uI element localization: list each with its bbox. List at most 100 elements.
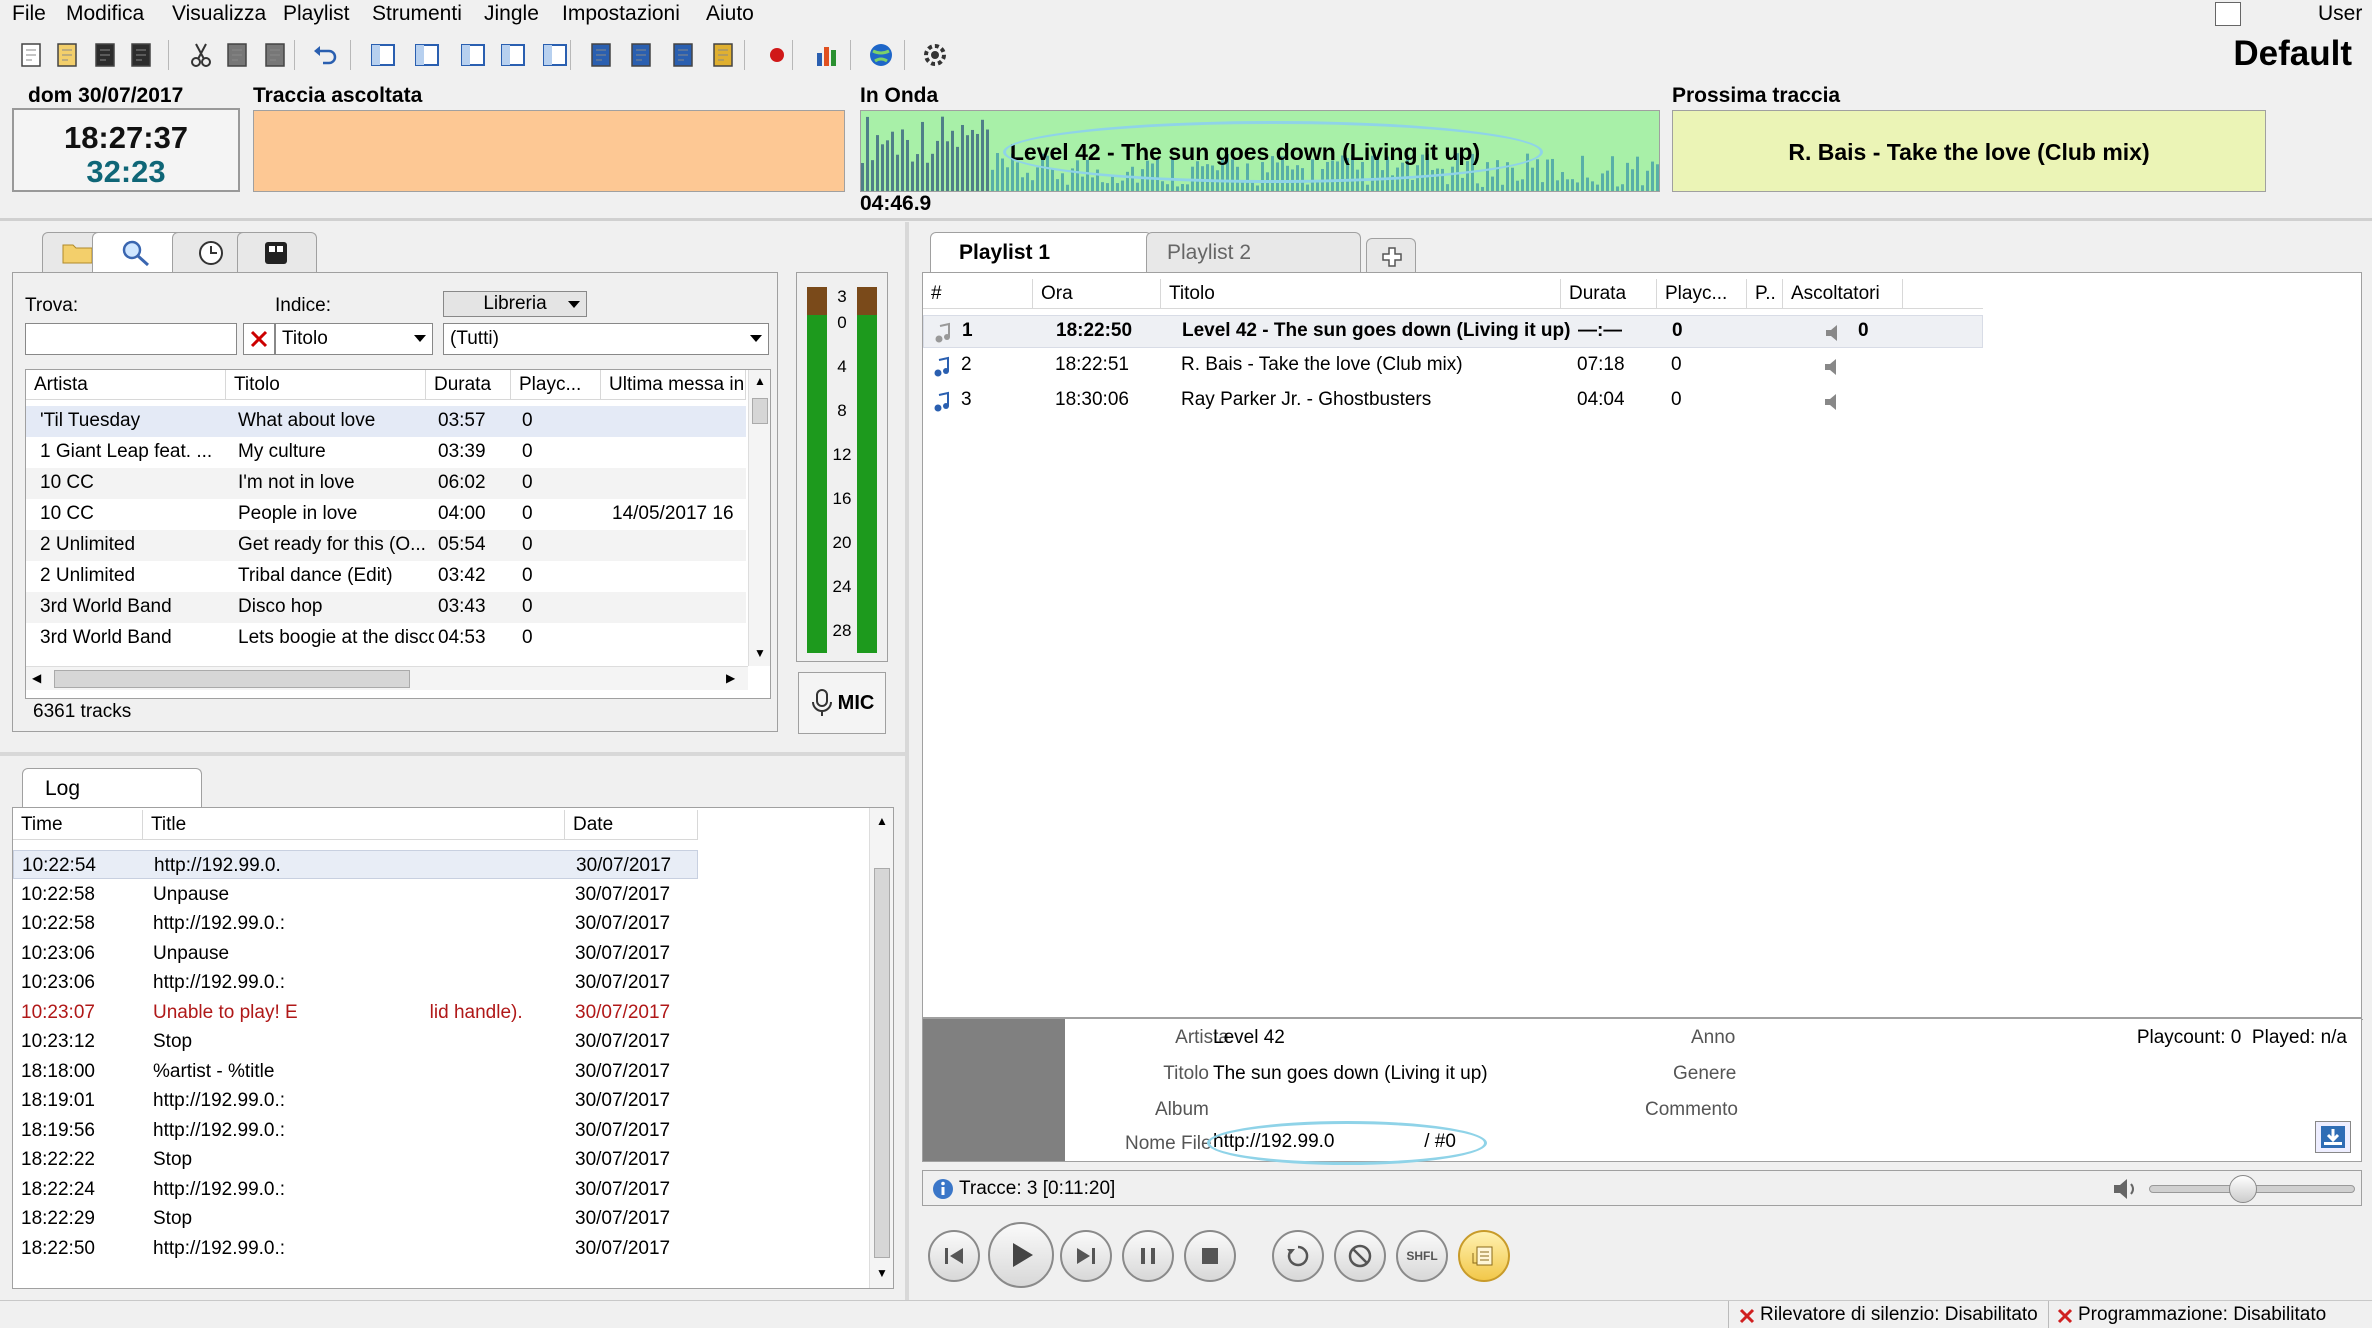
insert-icon[interactable] [626, 40, 656, 70]
col-time[interactable]: Time [13, 810, 143, 840]
save-icon[interactable] [90, 40, 120, 70]
log-row[interactable]: 10:23:06 Unpause 30/07/2017 [13, 939, 868, 968]
globe-icon[interactable] [866, 40, 896, 70]
save-info-button[interactable] [2315, 1121, 2351, 1153]
log-row[interactable]: 10:23:12 Stop 30/07/2017 [13, 1027, 868, 1056]
tab-playlist-1[interactable]: Playlist 1 [930, 232, 1152, 272]
library-hscroll[interactable]: ◀ ▶ [26, 666, 748, 690]
log-row[interactable]: 18:19:01 http://192.99.0.: 30/07/2017 [13, 1086, 868, 1115]
table-row[interactable]: 10 CC I'm not in love 06:02 0 [26, 468, 746, 499]
clear-search-button[interactable] [243, 323, 275, 355]
add-playlist-tab[interactable] [1366, 238, 1416, 272]
col-artista[interactable]: Artista [26, 370, 226, 400]
table-row[interactable]: 10 CC People in love 04:00 0 14/05/2017 16 [26, 499, 746, 530]
scroll-up-icon[interactable]: ▲ [876, 814, 888, 828]
pause-button[interactable] [1122, 1230, 1174, 1282]
user-icon[interactable] [2215, 2, 2241, 26]
play-button[interactable] [988, 1222, 1054, 1288]
add-track-icon[interactable] [586, 40, 616, 70]
auto-mode-button[interactable] [1458, 1230, 1510, 1282]
mic-button[interactable]: MIC [798, 672, 886, 734]
table-row[interactable]: 3rd World Band Disco hop 03:43 0 [26, 592, 746, 623]
layout-5-icon[interactable] [540, 40, 570, 70]
table-row[interactable]: 'Til Tuesday What about love 03:57 0 [26, 406, 746, 437]
table-row[interactable]: 2 Unlimited Get ready for this (O... 05:54… [26, 530, 746, 561]
table-row[interactable]: 3rd World Band Lets boogie at the disco 04… [26, 623, 746, 654]
table-row[interactable]: 1 Giant Leap feat. ... My culture 03:39 0 [26, 437, 746, 468]
col-number[interactable]: # [923, 279, 1033, 309]
record-icon[interactable] [762, 40, 792, 70]
vertical-splitter[interactable] [905, 222, 909, 1300]
menu-impostazioni[interactable]: Impostazioni [562, 2, 680, 26]
library-vscroll[interactable]: ▲ ▼ [748, 370, 770, 666]
search-input[interactable] [25, 323, 237, 355]
log-row[interactable]: 18:22:24 http://192.99.0.: 30/07/2017 [13, 1175, 868, 1204]
undo-icon[interactable] [310, 40, 340, 70]
splitter[interactable] [0, 218, 2372, 221]
log-row[interactable]: 10:22:54 http://192.99.0. 30/07/2017 [13, 850, 698, 879]
log-row[interactable]: 18:18:00 %artist - %title 30/07/2017 [13, 1057, 868, 1086]
scheduler-status[interactable]: Programmazione: Disabilitato [2078, 1304, 2326, 1326]
settings-icon[interactable] [920, 40, 950, 70]
col-p[interactable]: P.. [1747, 279, 1783, 309]
menu-aiuto[interactable]: Aiuto [706, 2, 754, 26]
paste-icon[interactable] [260, 40, 290, 70]
volume-slider[interactable] [2149, 1175, 2355, 1203]
tab-playlist-2[interactable]: Playlist 2 [1146, 232, 1361, 272]
menu-file[interactable]: File [12, 2, 46, 26]
tab-log[interactable]: Log [22, 768, 202, 808]
library-vscroll-thumb[interactable] [752, 398, 768, 424]
menu-visualizza[interactable]: Visualizza [172, 2, 266, 26]
scroll-down-icon[interactable]: ▼ [876, 1266, 888, 1280]
log-row[interactable]: 18:22:50 http://192.99.0.: 30/07/2017 [13, 1234, 868, 1263]
table-row[interactable]: 2 Unlimited Tribal dance (Edit) 03:42 0 [26, 561, 746, 592]
col-ascoltatori[interactable]: Ascoltatori [1783, 279, 1903, 309]
layout-4-icon[interactable] [498, 40, 528, 70]
log-row[interactable]: 10:23:06 http://192.99.0.: 30/07/2017 [13, 968, 868, 997]
col-durata[interactable]: Durata [1561, 279, 1657, 309]
layout-2-icon[interactable] [412, 40, 442, 70]
new-file-icon[interactable] [16, 40, 46, 70]
layout-3-icon[interactable] [458, 40, 488, 70]
library-hscroll-thumb[interactable] [54, 670, 410, 688]
stop-button[interactable] [1184, 1230, 1236, 1282]
col-playcount[interactable]: Playc... [1657, 279, 1747, 309]
log-vscroll-thumb[interactable] [874, 868, 890, 1258]
shuffle-button[interactable]: SHFL [1396, 1230, 1448, 1282]
volume-slider-thumb[interactable] [2228, 1175, 2257, 1203]
cut-icon[interactable] [186, 40, 216, 70]
col-titolo[interactable]: Titolo [1161, 279, 1561, 309]
col-durata[interactable]: Durata [426, 370, 511, 400]
import-icon[interactable] [668, 40, 698, 70]
folder-add-icon[interactable] [708, 40, 738, 70]
col-playcount[interactable]: Playc... [511, 370, 601, 400]
source-combo[interactable]: Libreria [443, 291, 587, 317]
scroll-up-icon[interactable]: ▲ [754, 374, 766, 388]
col-ultima-messa[interactable]: Ultima messa in [601, 370, 746, 400]
scroll-right-icon[interactable]: ▶ [726, 671, 735, 685]
log-row[interactable]: 18:22:29 Stop 30/07/2017 [13, 1204, 868, 1233]
col-titolo[interactable]: Titolo [226, 370, 426, 400]
filter-combo[interactable]: (Tutti) [443, 323, 769, 355]
menu-jingle[interactable]: Jingle [484, 2, 539, 26]
log-row[interactable]: 18:19:56 http://192.99.0.: 30/07/2017 [13, 1116, 868, 1145]
log-row[interactable]: 18:22:22 Stop 30/07/2017 [13, 1145, 868, 1174]
col-title[interactable]: Title [143, 810, 565, 840]
col-ora[interactable]: Ora [1033, 279, 1161, 309]
playlist-row[interactable]: 3 18:30:06 Ray Parker Jr. - Ghostbusters 04… [923, 385, 1983, 418]
layout-1-icon[interactable] [368, 40, 398, 70]
menu-playlist[interactable]: Playlist [283, 2, 350, 26]
next-button[interactable] [1060, 1230, 1112, 1282]
user-menu[interactable]: User [2318, 2, 2362, 26]
col-date[interactable]: Date [565, 810, 698, 840]
log-row[interactable]: 10:22:58 http://192.99.0.: 30/07/2017 [13, 909, 868, 938]
scroll-left-icon[interactable]: ◀ [32, 671, 41, 685]
horizontal-splitter[interactable] [0, 752, 905, 756]
block-button[interactable] [1334, 1230, 1386, 1282]
log-row[interactable]: 10:23:07 Unable to play! E lid handle). 30… [13, 998, 868, 1027]
log-row[interactable]: 10:22:58 Unpause 30/07/2017 [13, 880, 868, 909]
open-folder-icon[interactable] [52, 40, 82, 70]
index-combo[interactable]: Titolo [275, 323, 433, 355]
log-vscroll[interactable]: ▲ ▼ [869, 808, 893, 1288]
tab-search[interactable] [92, 232, 184, 272]
